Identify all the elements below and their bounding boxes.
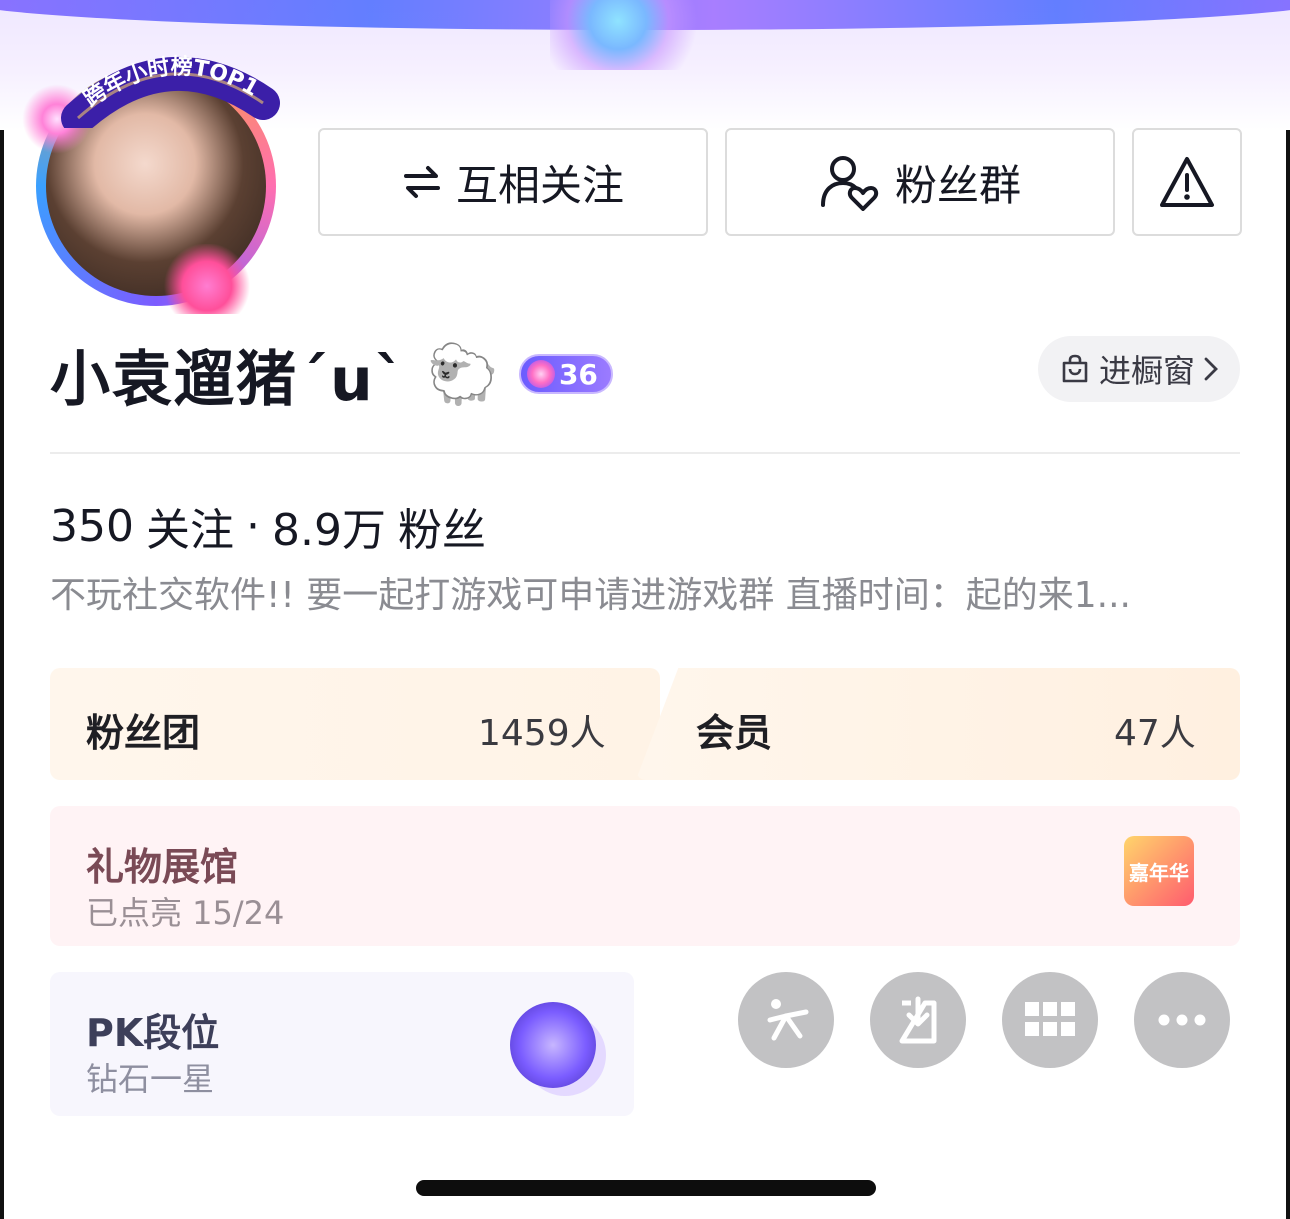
fanclub-count: 1459人	[478, 713, 606, 754]
pk-rank-title: PK段位	[86, 1011, 220, 1055]
pk-rank-subtitle: 钻石一星	[86, 1060, 215, 1098]
stats-separator: ·	[245, 500, 260, 552]
following-label[interactable]: 关注	[146, 494, 234, 558]
gift-icon-text: 嘉年华	[1129, 860, 1189, 885]
followers-count[interactable]: 8.9万	[272, 494, 386, 558]
following-count[interactable]: 350	[50, 501, 134, 552]
sheep-emoji: 🐑	[426, 340, 499, 408]
report-button[interactable]	[1132, 128, 1242, 236]
grid-button[interactable]	[1002, 972, 1098, 1068]
pk-rank-card[interactable]: PK段位 钻石一星	[50, 972, 634, 1116]
gift-hall-subtitle: 已点亮 15/24	[86, 894, 285, 932]
followers-label[interactable]: 粉丝	[398, 494, 486, 558]
profile-name-row: 小袁遛猪ˊuˋ 🐑 36	[50, 334, 613, 415]
member-label: 会员	[696, 711, 773, 755]
profile-bio[interactable]: 不玩社交软件!! 要一起打游戏可申请进游戏群 直播时间：起的来1...	[50, 566, 1230, 618]
carnival-gift-icon: 嘉年华	[1124, 836, 1194, 906]
fanclub-label: 粉丝团	[86, 711, 201, 755]
users-heart-icon	[820, 156, 879, 211]
level-number: 36	[558, 357, 598, 391]
grid-icon	[1025, 1002, 1075, 1036]
home-indicator[interactable]	[416, 1180, 876, 1196]
avatar[interactable]: 跨年小时榜TOP1	[22, 44, 282, 314]
level-badge[interactable]: 36	[518, 354, 613, 394]
download-icon	[899, 996, 937, 1044]
gift-hall-title: 礼物展馆	[86, 845, 239, 889]
warning-icon	[1160, 157, 1214, 207]
shopping-bag-icon	[1062, 354, 1088, 383]
more-icon	[1158, 1014, 1206, 1026]
mutual-follow-label: 互相关注	[455, 160, 624, 210]
swap-arrows-icon	[403, 166, 440, 198]
avatar-bottom-decoration	[162, 244, 252, 314]
member-count: 47人	[1114, 713, 1196, 754]
rank-badge: 跨年小时榜TOP1	[61, 54, 280, 128]
fanclub-card[interactable]: 粉丝团 1459人	[50, 668, 660, 780]
fan-group-button[interactable]: 粉丝群	[725, 128, 1115, 236]
showcase-button[interactable]: 进橱窗	[1038, 336, 1240, 402]
fan-group-label: 粉丝群	[894, 160, 1021, 210]
gem-icon	[526, 360, 555, 388]
showcase-label: 进橱窗	[1098, 352, 1195, 390]
frame-left-edge	[0, 0, 4, 1219]
more-button[interactable]	[1134, 972, 1230, 1068]
nickname: 小袁遛猪ˊuˋ	[50, 344, 407, 415]
sparkle-button[interactable]	[738, 972, 834, 1068]
chevron-right-icon	[1204, 357, 1218, 381]
section-divider	[50, 452, 1240, 454]
sparkle-icon	[767, 999, 809, 1041]
firework-decoration	[550, 0, 720, 70]
diamond-rank-icon	[510, 1002, 596, 1088]
download-button[interactable]	[870, 972, 966, 1068]
mutual-follow-button[interactable]: 互相关注	[318, 128, 708, 236]
frame-right-edge	[1286, 0, 1290, 1219]
member-card[interactable]: 会员 47人	[636, 668, 1240, 780]
profile-stats: 350 关注 · 8.9万 粉丝	[50, 494, 486, 558]
gift-hall-card[interactable]: 礼物展馆 已点亮 15/24 嘉年华	[50, 806, 1240, 946]
